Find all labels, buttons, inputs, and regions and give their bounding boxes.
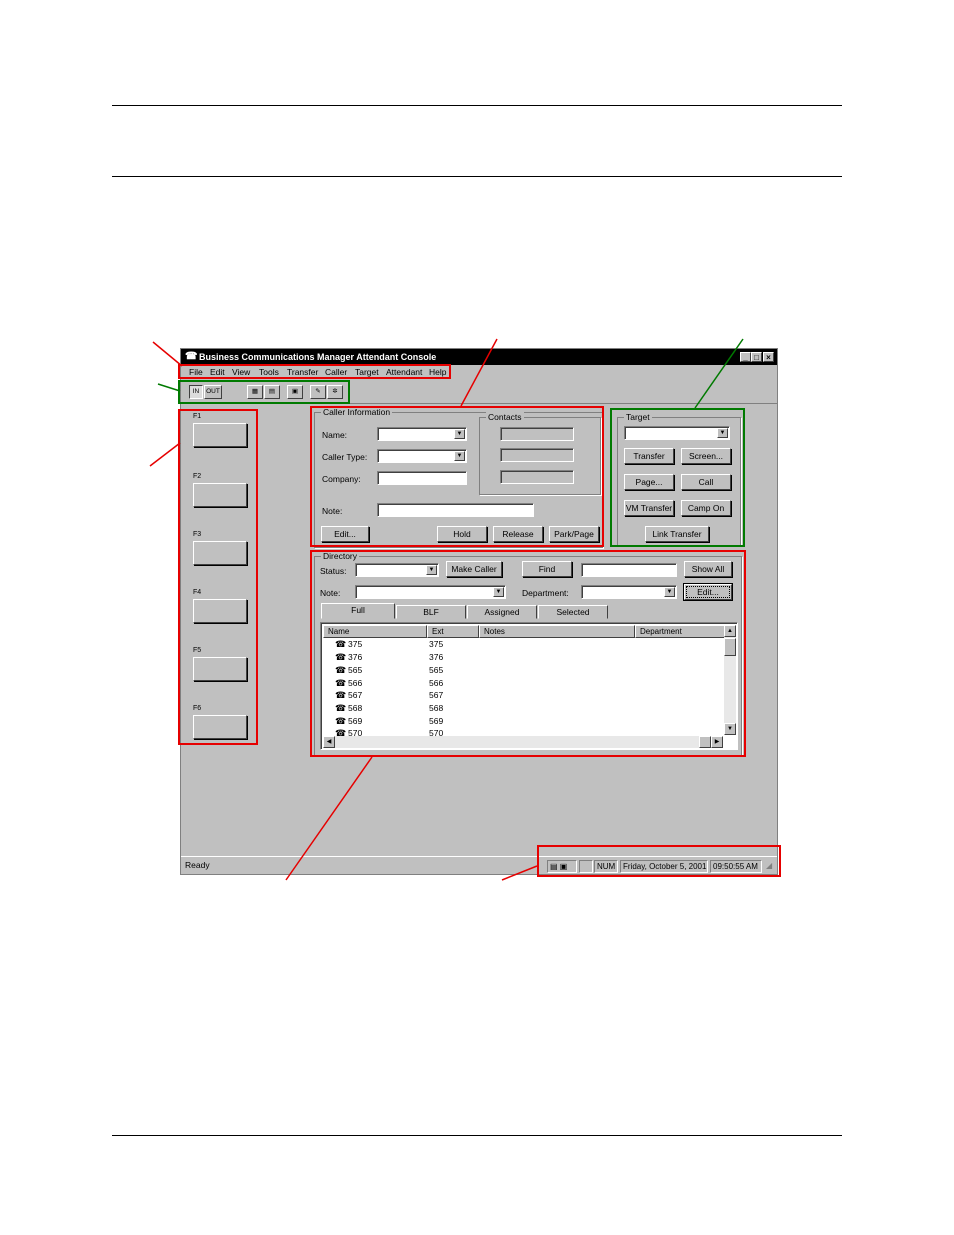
status-bar-highlight	[537, 845, 781, 877]
phone-icon: ☎	[185, 351, 198, 362]
directory-highlight	[310, 550, 746, 757]
close-button[interactable]: ×	[763, 352, 774, 362]
status-ready: Ready	[185, 860, 210, 870]
fkeys-highlight	[178, 409, 258, 745]
menu-bar-highlight	[178, 364, 451, 379]
fkeys-callout-line	[149, 442, 181, 467]
maximize-button[interactable]: □	[751, 352, 762, 362]
top-rule	[112, 105, 842, 106]
target-highlight	[610, 408, 745, 547]
footer-rule	[112, 1135, 842, 1136]
title-bar: ☎ Business Communications Manager Attend…	[181, 349, 777, 365]
toolbar-highlight	[178, 380, 350, 404]
header-rule	[112, 176, 842, 177]
caller-information-highlight	[310, 406, 604, 547]
menu-callout-line	[152, 341, 183, 367]
window-title: Business Communications Manager Attendan…	[199, 352, 437, 362]
toolbar-callout-line	[157, 383, 181, 392]
minimize-button[interactable]: _	[740, 352, 751, 362]
